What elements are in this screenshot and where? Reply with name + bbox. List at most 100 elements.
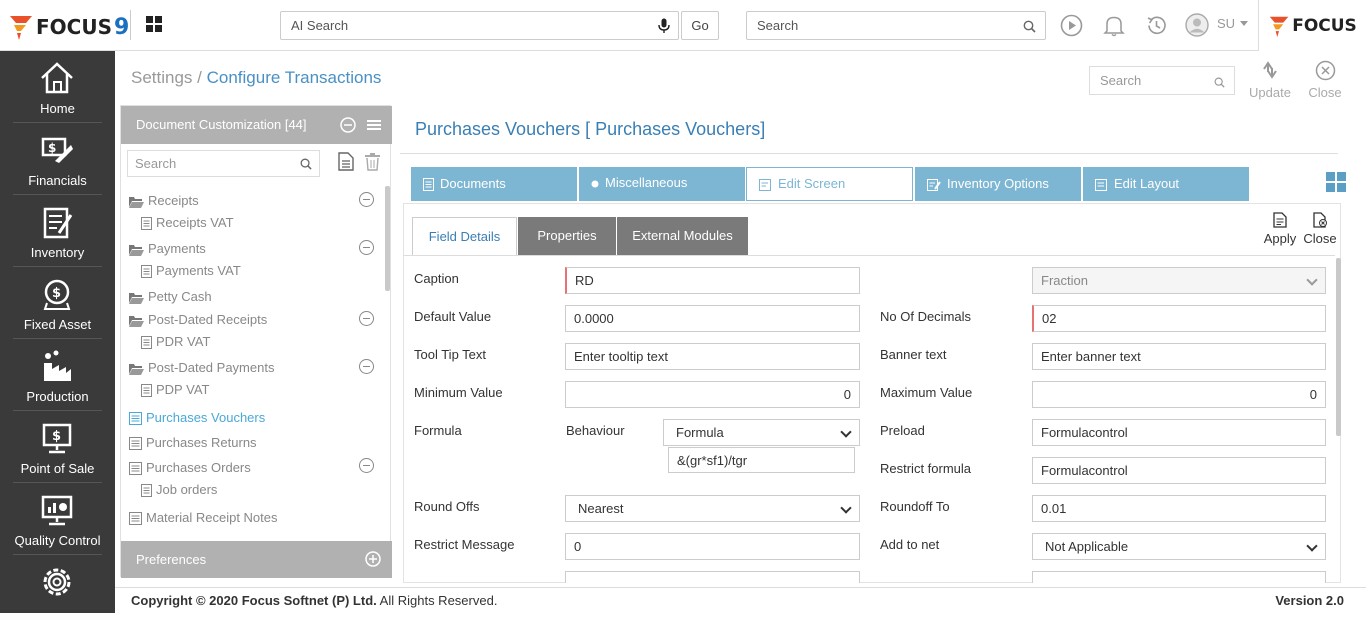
edit-screen-icon (759, 178, 771, 191)
focus-logo[interactable]: FOCUS 9 (8, 12, 129, 42)
document-search-input[interactable]: Search (127, 150, 320, 177)
banner-field[interactable]: Enter banner text (1032, 343, 1326, 370)
caption-label: Caption (414, 271, 459, 286)
add-to-net-select[interactable]: Not Applicable (1032, 533, 1326, 560)
behaviour-label: Behaviour (566, 423, 625, 438)
panel-close-button[interactable]: Close (1300, 212, 1340, 246)
restrict-message-field[interactable]: 0 (565, 533, 860, 560)
tab-inventory-options[interactable]: Inventory Options (915, 167, 1081, 201)
tooltip-field[interactable]: Enter tooltip text (565, 343, 860, 370)
close-button[interactable]: Close (1300, 60, 1350, 100)
restrict-formula-field[interactable]: Formulacontrol (1032, 457, 1326, 484)
sidebar-item-financials[interactable]: $ Financials (13, 123, 102, 195)
inventory-options-icon (927, 178, 941, 191)
tree-item-payments-vat[interactable]: Payments VAT (141, 262, 241, 280)
breadcrumb-root[interactable]: Settings (131, 68, 192, 87)
page-search-input[interactable]: Search (1089, 66, 1235, 95)
play-icon[interactable] (1060, 14, 1083, 37)
tree-item-post-dated-payments[interactable]: Post-Dated Payments (129, 359, 274, 377)
tree-item-payments[interactable]: Payments (129, 240, 206, 258)
svg-text:$: $ (52, 286, 61, 301)
tree-item-receipts[interactable]: Receipts (129, 192, 199, 210)
user-avatar-icon[interactable] (1185, 13, 1209, 37)
next-row-field[interactable] (565, 571, 860, 583)
history-icon[interactable] (1145, 14, 1168, 37)
search-icon[interactable] (1023, 20, 1036, 33)
delete-icon[interactable] (364, 152, 381, 171)
preferences-label: Preferences (136, 552, 207, 567)
new-document-icon[interactable] (338, 152, 354, 171)
document-icon (141, 336, 152, 350)
sidebar: Home $ Financials Inventory $ Fixed Asse… (0, 51, 115, 633)
tab-edit-layout[interactable]: Edit Layout (1083, 167, 1249, 201)
min-value-field[interactable]: 0 (565, 381, 860, 408)
subtab-properties[interactable]: Properties (518, 217, 616, 255)
search-icon[interactable] (1214, 77, 1225, 88)
default-value-field[interactable]: 0.0000 (565, 305, 860, 332)
menu-icon[interactable] (367, 119, 381, 131)
preferences-bar[interactable]: Preferences (121, 541, 392, 578)
tree-item-pdp-vat[interactable]: PDP VAT (141, 381, 209, 399)
preload-field[interactable]: Formulacontrol (1032, 419, 1326, 446)
restrict-message-label: Restrict Message (414, 537, 515, 552)
tab-documents[interactable]: Documents (411, 167, 577, 201)
collapse-all-icon[interactable] (340, 117, 356, 133)
expand-icon[interactable] (365, 551, 381, 567)
list-icon (129, 437, 142, 451)
collapse-purchases-orders-icon[interactable] (359, 458, 374, 473)
go-button[interactable]: Go (681, 11, 719, 40)
sidebar-item-home[interactable]: Home (13, 51, 102, 123)
collapse-pdr-icon[interactable] (359, 311, 374, 326)
sidebar-item-production[interactable]: Production (13, 339, 102, 411)
sidebar-item-inventory[interactable]: Inventory (13, 195, 102, 267)
sidebar-item-settings[interactable]: Settings (13, 555, 102, 633)
tab-miscellaneous[interactable]: Miscellaneous (579, 167, 745, 201)
ai-search-input[interactable]: AI Search (280, 11, 679, 40)
search-icon[interactable] (300, 158, 312, 170)
next-row-field[interactable] (1032, 571, 1326, 583)
round-offs-select[interactable]: Nearest (565, 495, 860, 522)
caption-field[interactable]: RD (565, 267, 860, 294)
tree-item-purchases-orders[interactable]: Purchases Orders (129, 459, 251, 477)
tree-item-petty-cash[interactable]: Petty Cash (129, 288, 212, 306)
sidebar-item-point-of-sale[interactable]: $ Point of Sale (13, 411, 102, 483)
tab-label: Miscellaneous (605, 175, 688, 190)
behaviour-select[interactable]: Formula (663, 419, 860, 446)
form-scrollbar[interactable] (1336, 258, 1341, 436)
tree-item-purchases-returns[interactable]: Purchases Returns (129, 434, 257, 452)
notification-bell-icon[interactable] (1103, 14, 1125, 37)
tree-item-label: Receipts (148, 193, 199, 208)
grid-view-icon[interactable] (1326, 172, 1346, 192)
roundoff-to-field[interactable]: 0.01 (1032, 495, 1326, 522)
subtab-external-modules[interactable]: External Modules (617, 217, 748, 255)
sidebar-item-quality-control[interactable]: Quality Control (13, 483, 102, 555)
apply-button[interactable]: Apply (1260, 212, 1300, 246)
focus-logo-mark-icon (10, 16, 32, 40)
tree-item-pdr-vat[interactable]: PDR VAT (141, 333, 210, 351)
subtab-field-details[interactable]: Field Details (412, 217, 517, 255)
sidebar-item-label: Quality Control (14, 533, 101, 548)
update-button[interactable]: Update (1245, 60, 1295, 100)
tree-item-material-receipt-notes[interactable]: Material Receipt Notes (129, 509, 278, 527)
decimals-field[interactable]: 02 (1032, 305, 1326, 332)
collapse-pdp-icon[interactable] (359, 359, 374, 374)
tree-scrollbar[interactable] (385, 186, 390, 291)
tree-item-receipts-vat[interactable]: Receipts VAT (141, 214, 234, 232)
user-initials[interactable]: SU (1217, 16, 1235, 31)
sidebar-item-fixed-asset[interactable]: $ Fixed Asset (13, 267, 102, 339)
list-icon (129, 412, 142, 426)
tab-edit-screen[interactable]: Edit Screen (746, 167, 913, 201)
tree-item-job-orders[interactable]: Job orders (141, 481, 217, 499)
global-search-input[interactable]: Search (746, 11, 1046, 40)
collapse-payments-icon[interactable] (359, 240, 374, 255)
collapse-receipts-icon[interactable] (359, 192, 374, 207)
tree-item-label: Material Receipt Notes (146, 510, 278, 525)
apps-grid-icon[interactable] (146, 16, 162, 32)
formula-expression-field[interactable]: &(gr*sf1)/tgr (668, 447, 855, 473)
tree-item-purchases-vouchers[interactable]: Purchases Vouchers (129, 409, 265, 427)
max-value-field[interactable]: 0 (1032, 381, 1326, 408)
microphone-icon[interactable] (658, 18, 670, 34)
tree-item-post-dated-receipts[interactable]: Post-Dated Receipts (129, 311, 267, 329)
chevron-down-icon[interactable] (1240, 21, 1248, 26)
fraction-select[interactable]: Fraction (1032, 267, 1326, 294)
